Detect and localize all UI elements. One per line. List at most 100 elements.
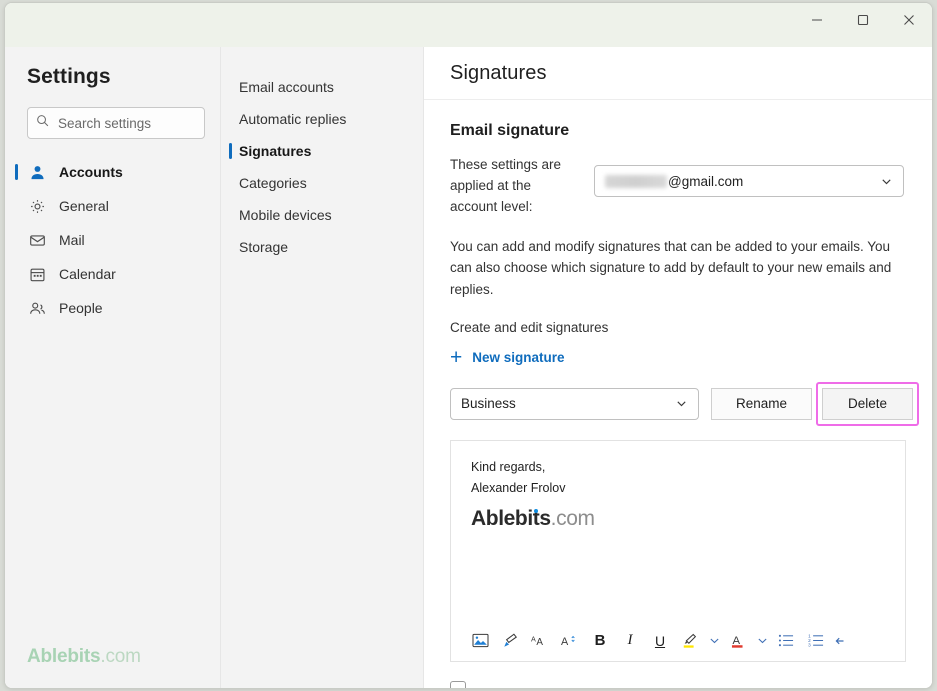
sidebar-item-label: Accounts (59, 164, 123, 180)
account-value: @gmail.com (605, 174, 743, 189)
svg-text:A: A (733, 635, 741, 647)
sidebar-item-label: Calendar (59, 266, 116, 282)
signature-description: You can add and modify signatures that c… (450, 238, 892, 297)
pane-scroll-area: Email signature These settings are appli… (424, 100, 932, 688)
signature-actions-row: Business Rename Delete (450, 381, 919, 426)
checkbox-icon[interactable] (450, 681, 466, 688)
subnav-item-label: Categories (239, 175, 307, 191)
signature-logo: Ablebits.com (471, 507, 595, 531)
account-select[interactable]: @gmail.com (594, 165, 904, 197)
format-painter-icon[interactable] (495, 627, 525, 655)
signature-line-2: Alexander Frolov (471, 481, 566, 496)
settings-sidebar: Settings Accounts Gene (5, 47, 221, 688)
subnav-item-email-accounts[interactable]: Email accounts (221, 71, 423, 103)
logo-brand: Ablebits (471, 507, 551, 531)
svg-text:A: A (531, 634, 536, 643)
chevron-down-icon (880, 175, 893, 188)
person-icon (27, 162, 47, 182)
sidebar-item-calendar[interactable]: Calendar (5, 257, 220, 291)
formatting-toolbar: AA A B I U A 1 2 3 (451, 621, 905, 661)
sidebar-item-general[interactable]: General (5, 189, 220, 223)
search-input[interactable] (56, 114, 196, 132)
pane-header: Signatures (424, 47, 932, 100)
sidebar-item-mail[interactable]: Mail (5, 223, 220, 257)
pane-title: Signatures (450, 61, 547, 84)
signature-editor[interactable]: Kind regards, Alexander Frolov Ablebits.… (450, 439, 906, 662)
maximize-button[interactable] (840, 3, 886, 37)
subnav-item-label: Storage (239, 239, 289, 255)
window-body: Settings Accounts Gene (5, 47, 932, 688)
ablebits-watermark: Ablebits.com (27, 646, 141, 668)
logo-tld: .com (550, 507, 595, 531)
vertical-scrollbar[interactable]: ▲ ▼ (929, 103, 932, 683)
search-icon (36, 114, 49, 132)
subnav-item-storage[interactable]: Storage (221, 231, 423, 263)
subnav-item-categories[interactable]: Categories (221, 167, 423, 199)
title-bar (5, 3, 932, 47)
subnav-item-label: Automatic replies (239, 111, 347, 127)
sidebar-item-accounts[interactable]: Accounts (5, 155, 220, 189)
sidebar-item-label: People (59, 300, 103, 316)
accounts-subnav: Email accounts Automatic replies Signatu… (221, 47, 424, 688)
search-settings-box[interactable] (27, 107, 205, 139)
subnav-item-signatures[interactable]: Signatures (221, 135, 423, 167)
svg-text:A: A (561, 636, 569, 648)
redacted-email-mask (605, 174, 667, 188)
numbered-list-icon[interactable]: 123 (801, 627, 831, 655)
signature-select[interactable]: Business (450, 387, 699, 420)
default-signature-checkbox-row[interactable] (450, 681, 880, 688)
sidebar-item-label: Mail (59, 232, 85, 248)
create-edit-label: Create and edit signatures (450, 319, 609, 335)
account-row: These settings are applied at the accoun… (450, 155, 919, 218)
svg-text:A: A (536, 637, 543, 648)
chevron-down-icon (675, 397, 688, 410)
signatures-pane: Signatures Email signature These setting… (424, 47, 932, 688)
people-icon (27, 298, 47, 318)
account-domain: @gmail.com (668, 173, 744, 189)
delete-button-highlight: Delete (816, 381, 919, 426)
underline-button[interactable]: U (645, 627, 675, 655)
page-title: Settings (27, 65, 111, 88)
watermark-brand: Ablebits (27, 646, 101, 667)
sidebar-item-label: General (59, 198, 109, 214)
subnav-item-automatic-replies[interactable]: Automatic replies (221, 103, 423, 135)
new-signature-label: New signature (472, 349, 565, 365)
signature-editor-content[interactable]: Kind regards, Alexander Frolov Ablebits.… (451, 441, 905, 532)
close-button[interactable] (886, 3, 932, 37)
account-level-label: These settings are applied at the accoun… (450, 157, 562, 214)
subnav-item-mobile-devices[interactable]: Mobile devices (221, 199, 423, 231)
svg-text:3: 3 (808, 643, 811, 648)
signature-selected-value: Business (461, 396, 516, 412)
scrollbar-track[interactable] (929, 115, 932, 671)
insert-picture-icon[interactable] (465, 627, 495, 655)
scroll-up-arrow-icon[interactable]: ▲ (929, 103, 932, 115)
gear-icon (27, 196, 47, 216)
minimize-button[interactable] (794, 3, 840, 37)
font-icon[interactable]: AA (525, 627, 555, 655)
highlight-color-icon[interactable] (675, 627, 705, 655)
more-formatting-icon[interactable] (831, 627, 849, 655)
plus-icon: + (450, 345, 463, 369)
new-signature-button[interactable]: + New signature (450, 347, 919, 368)
sidebar-item-people[interactable]: People (5, 291, 220, 325)
watermark-tld: .com (100, 646, 141, 667)
delete-button[interactable]: Delete (822, 387, 913, 420)
subnav-item-label: Mobile devices (239, 207, 332, 223)
highlight-color-caret-icon[interactable] (705, 627, 723, 655)
font-size-icon[interactable]: A (555, 627, 585, 655)
subnav-item-label: Email accounts (239, 79, 334, 95)
bold-button[interactable]: B (585, 627, 615, 655)
rename-button[interactable]: Rename (711, 387, 812, 420)
scroll-down-arrow-icon[interactable]: ▼ (929, 671, 932, 683)
envelope-icon (27, 230, 47, 250)
font-color-icon[interactable]: A (723, 627, 753, 655)
settings-window: Settings Accounts Gene (4, 2, 933, 689)
subnav-item-label: Signatures (239, 143, 312, 159)
signature-line-1: Kind regards, (471, 459, 546, 474)
section-title: Email signature (450, 122, 570, 139)
bullet-list-icon[interactable] (771, 627, 801, 655)
calendar-icon (27, 264, 47, 284)
sidebar-nav-list: Accounts General Mail Calendar People (5, 155, 220, 325)
font-color-caret-icon[interactable] (753, 627, 771, 655)
italic-button[interactable]: I (615, 627, 645, 655)
